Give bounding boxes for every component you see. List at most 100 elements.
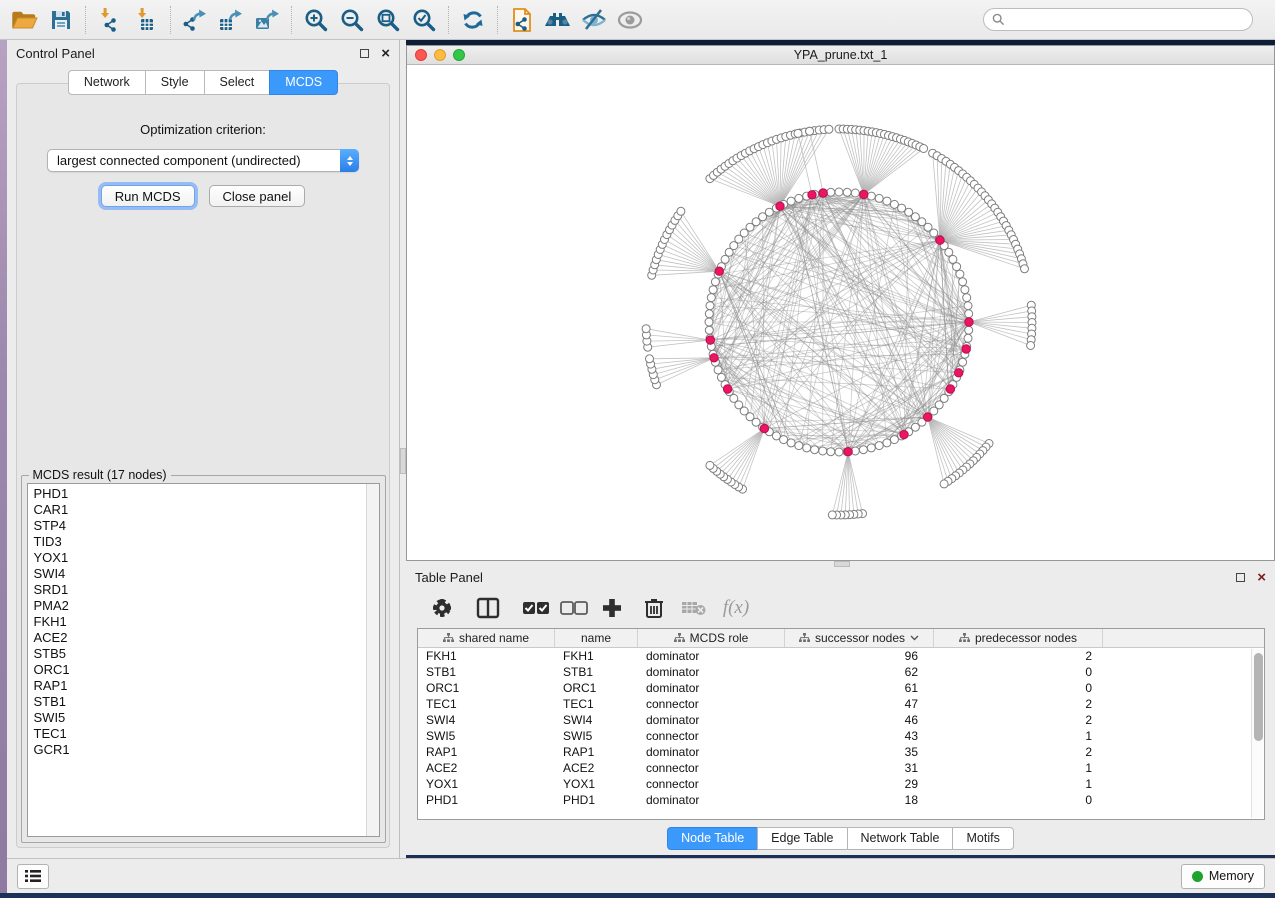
mcds-result-list[interactable]: PHD1CAR1STP4TID3YOX1SWI4SRD1PMA2FKH1ACE2… — [27, 483, 380, 837]
table-scrollbar[interactable] — [1251, 649, 1263, 818]
table-row[interactable]: ACE2ACE2connector311 — [418, 760, 1264, 776]
hide-selected-button[interactable] — [579, 5, 609, 35]
criterion-dropdown[interactable]: largest connected component (undirected) — [47, 149, 359, 172]
import-table-button[interactable] — [131, 5, 161, 35]
zoom-selected-button[interactable] — [409, 5, 439, 35]
delete-columns-button[interactable] — [640, 595, 668, 621]
delete-table-button — [680, 595, 708, 621]
main-toolbar — [0, 0, 1275, 40]
table-row[interactable]: SWI4SWI4dominator462 — [418, 712, 1264, 728]
result-list-scrollbar[interactable] — [366, 484, 379, 836]
show-panel-list-button[interactable] — [17, 864, 49, 889]
export-table-icon — [217, 7, 245, 33]
network-window-titlebar[interactable]: YPA_prune.txt_1 — [407, 46, 1274, 65]
cell: 1 — [934, 760, 1103, 776]
table-row[interactable]: ORC1ORC1dominator610 — [418, 680, 1264, 696]
zoom-selected-icon — [411, 7, 437, 33]
toolbar-separator — [448, 6, 449, 34]
tab-mcds[interactable]: MCDS — [269, 70, 338, 95]
select-all-rows-button[interactable] — [522, 595, 550, 621]
close-panel-icon[interactable]: × — [1257, 573, 1266, 582]
memory-label: Memory — [1209, 869, 1254, 883]
search-input[interactable] — [1005, 11, 1244, 29]
mcds-result-node[interactable]: ORC1 — [34, 662, 379, 678]
show-hide-columns-icon — [476, 597, 500, 619]
cell: ACE2 — [555, 760, 638, 776]
cell: PHD1 — [555, 792, 638, 808]
mcds-result-node[interactable]: STP4 — [34, 518, 379, 534]
tab-select[interactable]: Select — [204, 70, 270, 95]
close-panel-icon[interactable]: × — [381, 49, 390, 58]
tab-network-table[interactable]: Network Table — [847, 827, 953, 850]
column-header-successor-nodes[interactable]: successor nodes — [785, 629, 934, 647]
open-session-icon — [11, 8, 39, 32]
close-panel-button[interactable]: Close panel — [209, 185, 306, 207]
table-row[interactable]: YOX1YOX1connector291 — [418, 776, 1264, 792]
column-header-name[interactable]: name — [555, 629, 638, 647]
open-session-button[interactable] — [10, 5, 40, 35]
mcds-result-node[interactable]: PMA2 — [34, 598, 379, 614]
mcds-result-node[interactable]: RAP1 — [34, 678, 379, 694]
show-hide-columns-button[interactable] — [474, 595, 502, 621]
table-row[interactable]: SWI5SWI5connector431 — [418, 728, 1264, 744]
mcds-result-node[interactable]: YOX1 — [34, 550, 379, 566]
mcds-result-node[interactable]: TEC1 — [34, 726, 379, 742]
network-graph-canvas[interactable] — [407, 65, 1274, 560]
export-image-button[interactable] — [252, 5, 282, 35]
column-header-MCDS-role[interactable]: MCDS role — [638, 629, 785, 647]
export-table-button[interactable] — [216, 5, 246, 35]
table-header-row: shared namenameMCDS rolesuccessor nodesp… — [418, 629, 1264, 648]
zoom-in-button[interactable] — [301, 5, 331, 35]
float-panel-icon[interactable] — [360, 49, 369, 58]
apply-layout-button[interactable] — [458, 5, 488, 35]
network-document-share-button[interactable] — [507, 5, 537, 35]
run-mcds-button[interactable]: Run MCDS — [101, 185, 195, 207]
tab-style[interactable]: Style — [145, 70, 204, 95]
table-panel-title: Table Panel — [415, 570, 483, 585]
import-network-button[interactable] — [95, 5, 125, 35]
function-builder-button: f(x) — [716, 595, 756, 621]
table-row[interactable]: STB1STB1dominator620 — [418, 664, 1264, 680]
tab-node-table[interactable]: Node Table — [667, 827, 757, 850]
add-column-button[interactable] — [598, 595, 626, 621]
cell: dominator — [638, 792, 785, 808]
export-network-button[interactable] — [180, 5, 210, 35]
save-session-button[interactable] — [46, 5, 76, 35]
table-scrollbar-thumb[interactable] — [1254, 653, 1263, 741]
table-row[interactable]: PHD1PHD1dominator180 — [418, 792, 1264, 808]
mcds-result-node[interactable]: SWI5 — [34, 710, 379, 726]
column-header-shared-name[interactable]: shared name — [418, 629, 555, 647]
show-all-button[interactable] — [615, 5, 645, 35]
tab-network[interactable]: Network — [68, 70, 145, 95]
mcds-result-node[interactable]: FKH1 — [34, 614, 379, 630]
cell: 1 — [934, 776, 1103, 792]
mcds-result-node[interactable]: ACE2 — [34, 630, 379, 646]
cell: dominator — [638, 744, 785, 760]
mcds-result-node[interactable]: SRD1 — [34, 582, 379, 598]
memory-button[interactable]: Memory — [1181, 864, 1265, 889]
table-settings-button[interactable] — [428, 595, 456, 621]
mcds-result-node[interactable]: TID3 — [34, 534, 379, 550]
table-row[interactable]: RAP1RAP1dominator352 — [418, 744, 1264, 760]
column-header-predecessor-nodes[interactable]: predecessor nodes — [934, 629, 1103, 647]
control-panel-header: Control Panel × — [7, 40, 399, 66]
search-network-button[interactable] — [543, 5, 573, 35]
mcds-result-node[interactable]: PHD1 — [34, 486, 379, 502]
mcds-result-node[interactable]: SWI4 — [34, 566, 379, 582]
tab-edge-table[interactable]: Edge Table — [757, 827, 846, 850]
deselect-all-rows-button[interactable] — [560, 595, 588, 621]
table-row[interactable]: FKH1FKH1dominator962 — [418, 648, 1264, 664]
table-row[interactable]: TEC1TEC1connector472 — [418, 696, 1264, 712]
tab-motifs[interactable]: Motifs — [952, 827, 1013, 850]
mcds-result-node[interactable]: CAR1 — [34, 502, 379, 518]
cell: connector — [638, 728, 785, 744]
mcds-result-node[interactable]: STB1 — [34, 694, 379, 710]
zoom-out-button[interactable] — [337, 5, 367, 35]
float-panel-icon[interactable] — [1236, 573, 1245, 582]
mcds-result-node[interactable]: STB5 — [34, 646, 379, 662]
column-tree-icon — [959, 633, 970, 643]
search-box[interactable] — [983, 8, 1253, 31]
dropdown-spinner-icon — [340, 149, 359, 172]
zoom-fit-button[interactable] — [373, 5, 403, 35]
mcds-result-node[interactable]: GCR1 — [34, 742, 379, 758]
